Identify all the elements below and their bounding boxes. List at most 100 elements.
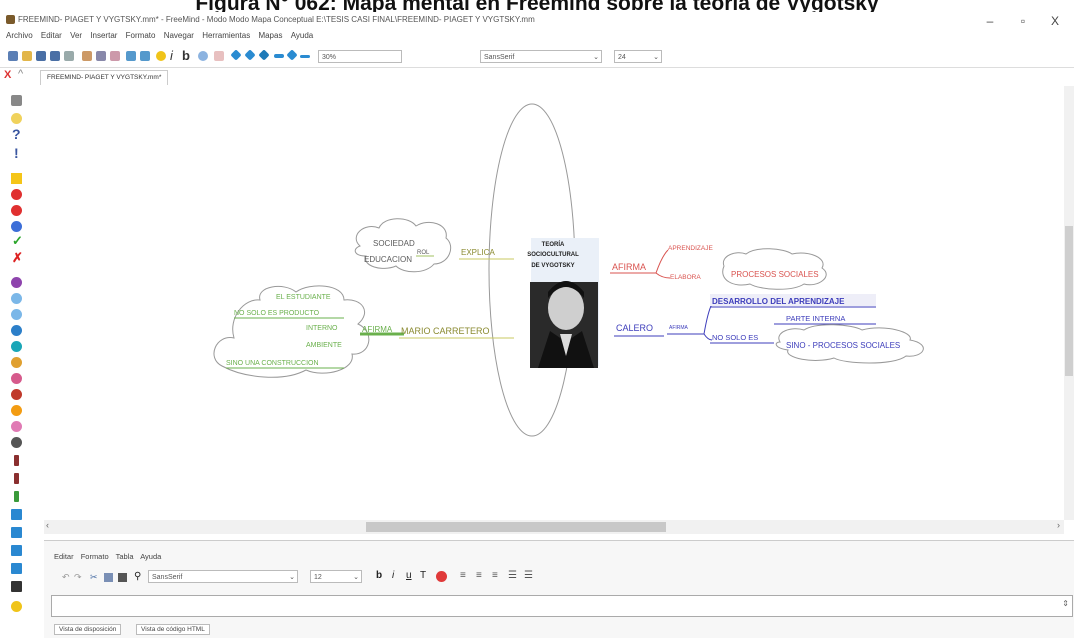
priority-10-icon[interactable] <box>11 421 22 432</box>
family-icon[interactable] <box>11 563 22 574</box>
cross-icon[interactable]: ✗ <box>12 250 23 266</box>
editor-text-color-icon[interactable]: T <box>420 570 426 581</box>
redo-icon[interactable]: ↷ <box>74 572 82 583</box>
cut-icon[interactable] <box>82 51 92 61</box>
align-center-icon[interactable]: ≡ <box>476 570 482 581</box>
undo-icon[interactable] <box>126 51 136 61</box>
menu-ayuda[interactable]: Ayuda <box>291 31 314 40</box>
node-ambiente[interactable]: AMBIENTE <box>306 342 342 349</box>
node-educacion[interactable]: EDUCACION <box>364 255 412 264</box>
find-icon[interactable]: ⚲ <box>134 571 141 582</box>
zoom-select[interactable]: 30% <box>318 50 402 63</box>
paste-icon[interactable] <box>110 51 120 61</box>
diamond-blue-icon[interactable] <box>230 49 242 61</box>
priority-3-icon[interactable] <box>11 309 22 320</box>
map-tab[interactable]: FREEMIND- PIAGET Y VYGTSKY.mm* <box>40 70 169 85</box>
question-icon[interactable]: ? <box>12 126 21 142</box>
editor-menu-ayuda[interactable]: Ayuda <box>140 552 161 561</box>
horizontal-scroll-thumb[interactable] <box>366 522 666 532</box>
editor-underline-button[interactable]: u <box>406 570 412 581</box>
node-desarrollo-del-aprendizaje[interactable]: DESARROLLO DEL APRENDIZAJE <box>712 297 845 306</box>
node-procesos-sociales[interactable]: PROCESOS SOCIALES <box>731 270 819 279</box>
close-tab-icon[interactable]: X <box>4 69 11 81</box>
print-icon[interactable] <box>64 51 74 61</box>
menu-herramientas[interactable]: Herramientas <box>202 31 250 40</box>
editor-menu-editar[interactable]: Editar <box>54 552 74 561</box>
copy-icon[interactable] <box>96 51 106 61</box>
align-left-icon[interactable]: ≡ <box>460 570 466 581</box>
node-afirma-right[interactable]: AFIRMA <box>612 262 646 272</box>
bold-icon[interactable]: b <box>182 48 190 63</box>
cut-icon[interactable]: ✂ <box>90 572 98 583</box>
node-interno[interactable]: INTERNO <box>306 325 338 332</box>
node-no-solo-es-producto[interactable]: NO SOLO ES PRODUCTO <box>234 310 320 317</box>
flag-icon[interactable] <box>14 455 19 466</box>
close-window-button[interactable]: X <box>1040 13 1070 29</box>
node-calero[interactable]: CALERO <box>616 323 653 333</box>
minimize-button[interactable]: – <box>975 13 1005 29</box>
scroll-right-icon[interactable]: › <box>1057 520 1060 530</box>
copy-icon[interactable] <box>104 573 113 582</box>
diamond-blue-3-icon[interactable] <box>258 49 270 61</box>
menu-mapas[interactable]: Mapas <box>258 31 282 40</box>
sound-icon[interactable] <box>11 527 22 538</box>
save-icon[interactable] <box>36 51 46 61</box>
note-text-area[interactable]: ⇕ <box>51 595 1073 617</box>
numbered-list-icon[interactable]: ☰ <box>524 570 533 581</box>
smiley-icon[interactable] <box>11 601 22 612</box>
priority-2-icon[interactable] <box>11 293 22 304</box>
check-icon[interactable]: ✓ <box>12 233 23 249</box>
node-sino-procesos-sociales[interactable]: SINO - PROCESOS SOCIALES <box>786 341 900 350</box>
text-area-spinner-icon[interactable]: ⇕ <box>1062 599 1069 608</box>
editor-bold-button[interactable]: b <box>376 570 382 581</box>
node-afirma-blue[interactable]: AFIRMA <box>669 325 689 331</box>
bullet-list-icon[interactable]: ☰ <box>508 570 517 581</box>
cloud-icon[interactable] <box>198 51 208 61</box>
italic-icon[interactable]: i <box>170 48 173 63</box>
priority-9-icon[interactable] <box>11 405 22 416</box>
scroll-left-icon[interactable]: ‹ <box>46 520 49 530</box>
node-explica[interactable]: EXPLICA <box>461 248 495 257</box>
node-rol[interactable]: ROL <box>417 250 430 256</box>
zoom-line-icon[interactable] <box>300 55 310 58</box>
redo-icon[interactable] <box>140 51 150 61</box>
editor-menu-formato[interactable]: Formato <box>81 552 109 561</box>
save-as-icon[interactable] <box>50 51 60 61</box>
mindmap-canvas[interactable]: TEORÍA SOCIOCULTURAL DE VYGOTSKY SOCIEDA… <box>44 86 1068 520</box>
menu-archivo[interactable]: Archivo <box>6 31 33 40</box>
vertical-scrollbar[interactable] <box>1064 86 1074 520</box>
warning-icon[interactable] <box>11 173 22 184</box>
editor-stop-icon[interactable] <box>436 571 447 582</box>
node-no-solo-es[interactable]: NO SOLO ES <box>712 333 758 342</box>
horizontal-scrollbar[interactable]: ‹ › <box>44 520 1064 534</box>
edge-icon[interactable] <box>214 51 224 61</box>
node-elabora[interactable]: ELABORA <box>670 274 701 281</box>
menu-navegar[interactable]: Navegar <box>164 31 194 40</box>
stop-2-icon[interactable] <box>11 205 22 216</box>
back-arrow-icon[interactable] <box>11 509 22 520</box>
font-size-select[interactable]: 24 ⌄ <box>614 50 662 63</box>
node-parte-interna[interactable]: PARTE INTERNA <box>786 314 845 323</box>
tab-html-view[interactable]: Vista de código HTML <box>136 624 210 635</box>
open-folder-icon[interactable] <box>22 51 32 61</box>
vertical-scroll-thumb[interactable] <box>1065 226 1073 376</box>
maximize-button[interactable]: ▫ <box>1008 13 1038 29</box>
lightbulb-icon[interactable] <box>156 51 166 61</box>
remove-icon[interactable] <box>11 95 22 106</box>
editor-font-family-select[interactable]: SansSerif ⌄ <box>148 570 298 583</box>
diamond-blue-2-icon[interactable] <box>244 49 256 61</box>
flag-3-icon[interactable] <box>14 491 19 502</box>
font-family-select[interactable]: SansSerif ⌄ <box>480 50 602 63</box>
tab-layout-view[interactable]: Vista de disposición <box>54 624 122 635</box>
priority-5-icon[interactable] <box>11 341 22 352</box>
gear-icon[interactable] <box>11 437 22 448</box>
align-right-icon[interactable]: ≡ <box>492 570 498 581</box>
editor-menu-tabla[interactable]: Tabla <box>116 552 134 561</box>
stop-icon[interactable] <box>11 189 22 200</box>
menu-ver[interactable]: Ver <box>70 31 82 40</box>
node-aprendizaje[interactable]: APRENDIZAJE <box>668 245 713 252</box>
exclamation-icon[interactable]: ! <box>14 145 19 161</box>
priority-6-icon[interactable] <box>11 357 22 368</box>
editor-italic-button[interactable]: i <box>392 570 394 581</box>
priority-8-icon[interactable] <box>11 389 22 400</box>
